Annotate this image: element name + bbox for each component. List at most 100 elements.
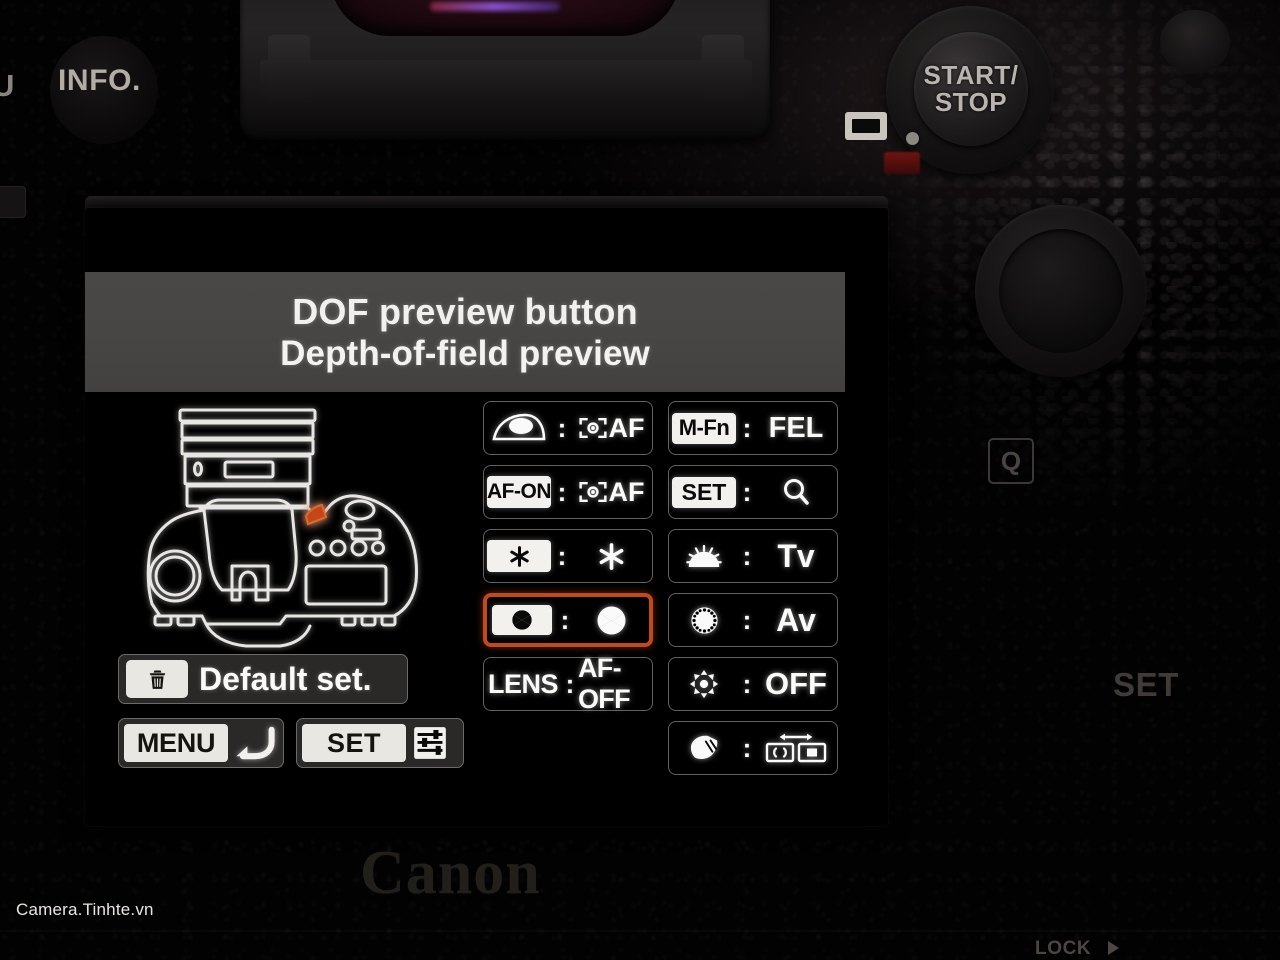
row-separator: : <box>742 604 752 635</box>
af-on-chip: AF-ON <box>484 476 554 508</box>
assignment-off: OFF <box>755 666 837 702</box>
fn-row-multi-controller[interactable]: : OFF <box>668 657 838 711</box>
viewfinder-eyepiece <box>240 0 770 140</box>
fn-row-touch-pad[interactable]: : <box>668 721 838 775</box>
fn-row-m-fn[interactable]: M-Fn : FEL <box>668 401 838 455</box>
fn-row-dof-preview[interactable]: : <box>483 593 653 647</box>
quick-control-dial-icon-svg <box>690 606 718 634</box>
function-list-left: : AF AF-ON : AF:: LENS: AF-OFF <box>483 401 653 714</box>
aperture-chip-box <box>492 605 552 635</box>
quick-control-dial-icon <box>669 605 739 636</box>
row-separator: : <box>742 732 752 763</box>
fn-row-lens-button[interactable]: LENS : AF-OFF <box>483 653 653 714</box>
menu-button-label-partial: U <box>0 68 15 103</box>
lock-arrow-icon <box>1108 941 1119 955</box>
magnifier-icon <box>784 479 809 505</box>
camera-diagram-svg <box>146 408 418 648</box>
touch-pad-icon <box>669 734 739 762</box>
set-body-label: SET <box>1113 666 1179 703</box>
page-title: DOF preview button <box>292 290 638 332</box>
af-on-chip-box: AF-ON <box>487 476 552 508</box>
default-set-label: Default set. <box>199 660 372 697</box>
shutter-button-halfpress-icon <box>484 413 554 443</box>
assignment-label: FEL <box>768 411 824 444</box>
quick-menu-button-label: Q <box>1000 445 1022 476</box>
assignment-aperture <box>573 605 649 636</box>
control-label: LENS <box>487 668 559 699</box>
camera-top-view-diagram <box>130 400 430 652</box>
af-frame-icon <box>578 481 607 503</box>
info-button[interactable] <box>50 36 158 144</box>
page-subtitle: Depth-of-field preview <box>280 333 650 373</box>
multi-controller-icon-svg <box>689 669 719 699</box>
dial-notch <box>906 132 919 145</box>
site-watermark: Camera.Tinhte.vn <box>16 900 154 919</box>
control-label: AF-ON <box>487 480 552 503</box>
red-indicator-lamp <box>884 152 920 174</box>
row-separator: : <box>557 540 567 571</box>
screen-header: DOF preview button Depth-of-field previe… <box>85 272 845 392</box>
assignment-card-switch <box>755 733 837 763</box>
set-button[interactable]: SET <box>296 718 464 768</box>
assignment-label: AF <box>608 412 645 443</box>
m-fn-chip-box: M-Fn <box>672 412 736 444</box>
fn-row-af-on[interactable]: AF-ON : AF <box>483 465 653 519</box>
assignment-label: OFF <box>765 666 827 701</box>
trash-icon <box>126 660 188 698</box>
fn-row-main-dial[interactable]: : Tv <box>668 529 838 583</box>
control-label: M-Fn <box>678 415 730 440</box>
fn-row-shutter-halfpress[interactable]: : AF <box>483 401 653 455</box>
assignment-av: Av <box>755 602 837 639</box>
rear-control-dial[interactable] <box>975 205 1147 377</box>
m-fn-chip: M-Fn <box>669 412 739 444</box>
assignment-af-off: AF-OFF <box>578 653 652 715</box>
row-separator: : <box>742 412 752 443</box>
menu-button-label: MENU <box>136 727 216 758</box>
assignment-label: AF-OFF <box>578 653 631 714</box>
eyecup-foot-right <box>702 35 744 101</box>
trash-icon-svg <box>149 670 165 689</box>
default-set-button[interactable]: Default set. <box>118 654 408 704</box>
row-separator: : <box>560 604 570 635</box>
set-chip-box: SET <box>672 476 736 508</box>
row-separator: : <box>565 668 575 699</box>
fn-row-ae-lock[interactable]: : <box>483 529 653 583</box>
start-stop-line-1: START/ <box>923 60 1019 91</box>
lock-switch-label: LOCK <box>1035 938 1092 959</box>
ae-lock-chip-box <box>487 540 551 572</box>
thumb-rest <box>1160 10 1230 74</box>
row-separator: : <box>742 476 752 507</box>
assignment-fel: FEL <box>755 412 837 445</box>
set-button-label: SET <box>326 727 381 758</box>
assignment-label: Tv <box>777 537 815 574</box>
row-separator: : <box>742 540 752 571</box>
main-dial-icon <box>669 544 739 569</box>
assignment-tv: Tv <box>755 538 837 575</box>
canon-brand-logo: Canon <box>360 839 541 907</box>
set-chip-wrap: SET <box>669 476 739 508</box>
row-separator: : <box>557 476 567 507</box>
fn-row-quick-control-dial[interactable]: : Av <box>668 593 838 647</box>
aperture-dof-icon <box>597 606 625 634</box>
quick-menu-button[interactable]: Q <box>988 438 1034 484</box>
start-stop-dial[interactable]: START/ STOP <box>886 6 1054 174</box>
lens-label-wrap: LENS <box>484 669 562 700</box>
ae-lock-chip <box>484 540 554 572</box>
assignment-af-point: AF <box>570 477 652 508</box>
fn-row-set-button[interactable]: SET : <box>668 465 838 519</box>
multi-controller-icon <box>669 669 739 699</box>
shutter-halfpress-icon-svg <box>492 413 546 441</box>
assignment-label: AF <box>608 476 645 507</box>
assignment-label: Av <box>776 601 816 638</box>
body-seam <box>0 930 1280 932</box>
eyecup-foot-left <box>268 35 310 101</box>
row-separator: : <box>557 412 567 443</box>
menu-button[interactable]: MENU <box>118 718 284 768</box>
function-list-right: M-Fn : FEL SET :: Tv: Av: OFF: <box>668 401 838 775</box>
top-lcd-icon <box>845 112 887 140</box>
assignment-magnify <box>755 477 837 507</box>
aperture-dof-icon <box>511 609 533 631</box>
lcd-screen: DOF preview button Depth-of-field previe… <box>85 208 888 826</box>
start-stop-button[interactable]: START/ STOP <box>914 32 1028 146</box>
eyepiece-reflection <box>430 2 560 11</box>
